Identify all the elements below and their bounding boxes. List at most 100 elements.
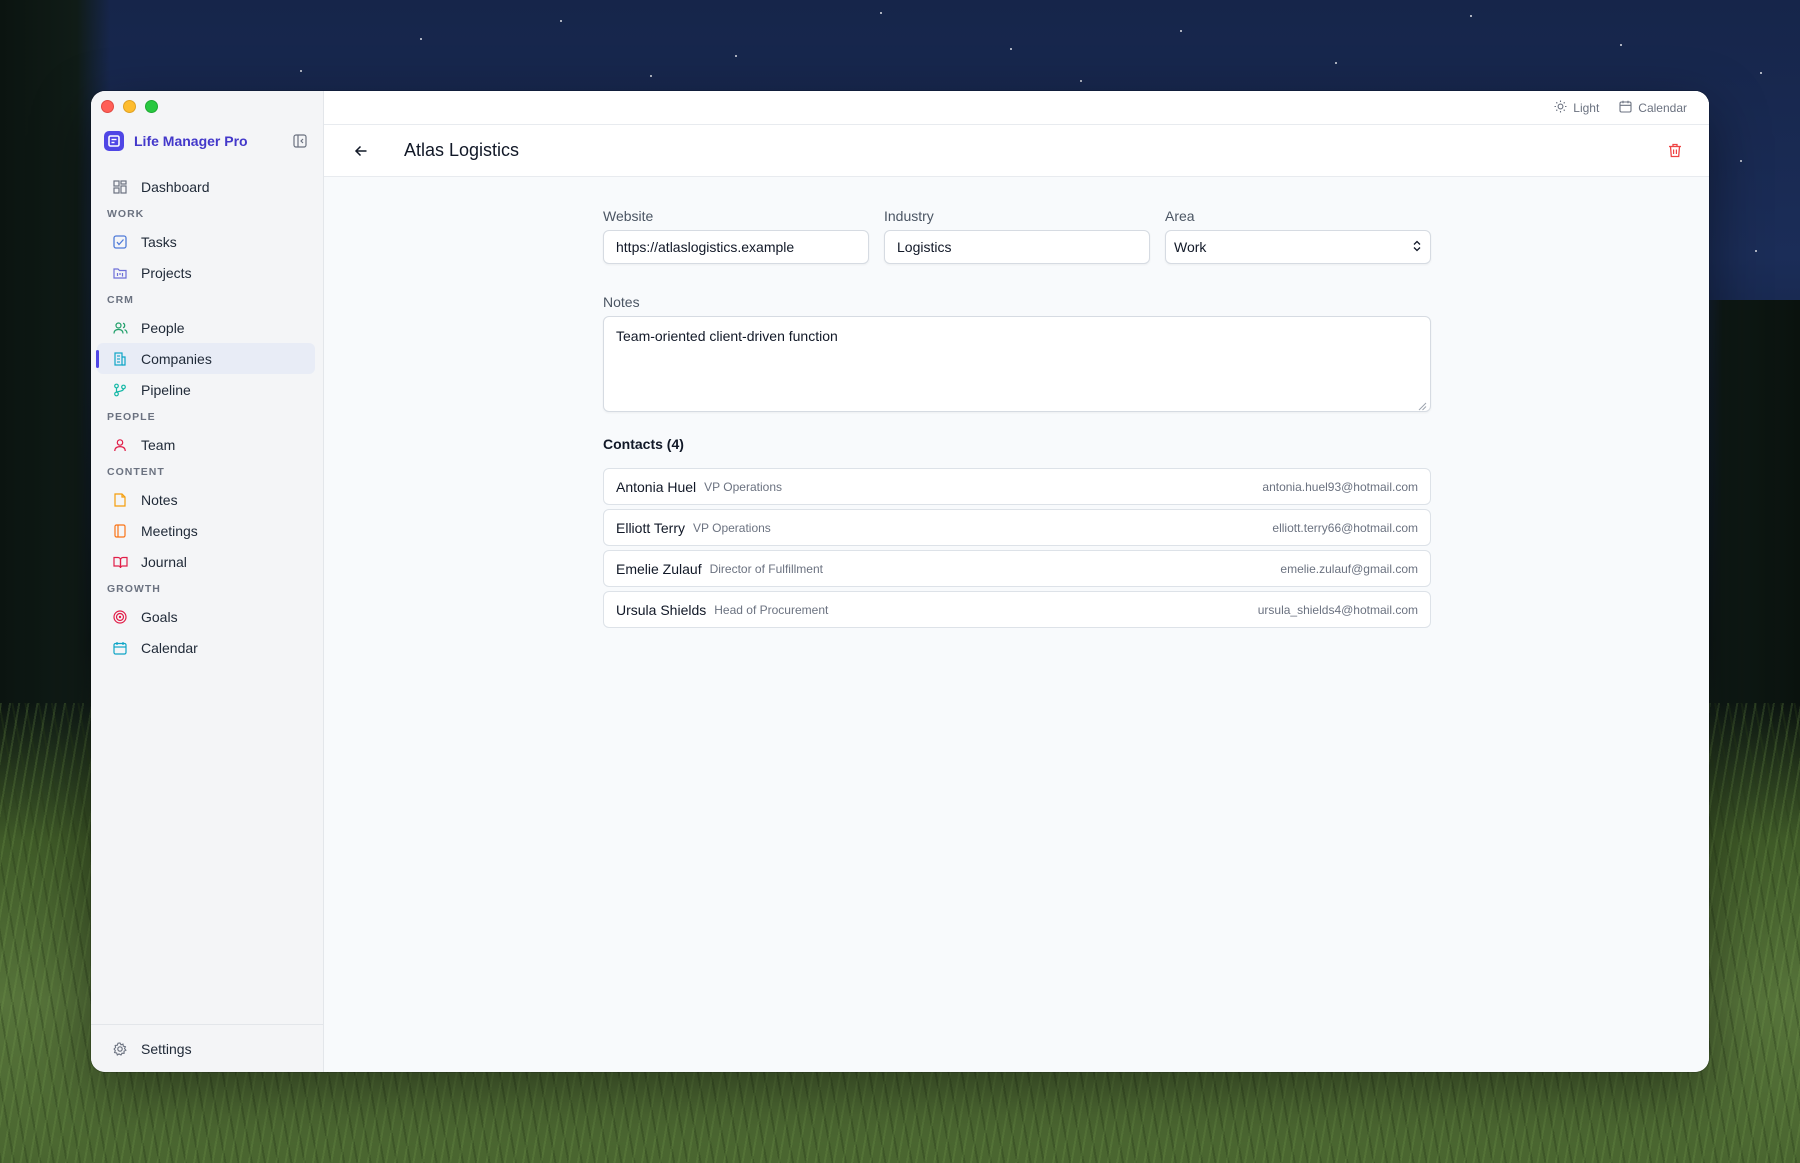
calendar-icon (111, 639, 129, 657)
calendar-button[interactable]: Calendar (1619, 100, 1687, 116)
sidebar-item-label: Companies (141, 350, 212, 367)
chevron-updown-icon (1412, 239, 1422, 255)
sidebar-item-tasks[interactable]: Tasks (97, 226, 315, 257)
sidebar-item-label: Tasks (141, 233, 177, 250)
sidebar-item-people[interactable]: People (97, 312, 315, 343)
folder-kanban-icon (111, 264, 129, 282)
app-logo-icon (104, 131, 124, 151)
contact-email: antonia.huel93@hotmail.com (1262, 479, 1418, 494)
sidebar-item-dashboard[interactable]: Dashboard (97, 171, 315, 202)
sidebar-footer: Settings (91, 1024, 323, 1072)
users-icon (111, 319, 129, 337)
calendar-icon (1619, 100, 1632, 116)
section-header-work: WORK (107, 208, 145, 220)
contact-row[interactable]: Emelie Zulauf Director of Fulfillment em… (603, 550, 1431, 587)
contacts-heading: Contacts (4) (603, 436, 684, 452)
sidebar-item-label: People (141, 319, 185, 336)
maximize-window-button[interactable] (145, 100, 158, 113)
contact-role: VP Operations (692, 520, 771, 535)
sidebar-item-label: Settings (141, 1040, 192, 1057)
notes-field-group: Notes Team-oriented client-driven functi… (603, 294, 1431, 412)
top-toolbar: Light Calendar (324, 91, 1709, 125)
sidebar: Life Manager Pro Dashboard WORK Tasks Pr… (91, 91, 324, 1072)
contact-name: Emelie Zulauf (616, 560, 702, 577)
user-icon (111, 436, 129, 454)
grid-icon (111, 178, 129, 196)
area-field-group: Area Work (1165, 208, 1431, 264)
contact-name: Elliott Terry (616, 519, 685, 536)
sidebar-item-journal[interactable]: Journal (97, 546, 315, 577)
sidebar-item-goals[interactable]: Goals (97, 601, 315, 632)
sidebar-item-label: Meetings (141, 522, 198, 539)
field-row: Website https://atlaslogistics.example I… (603, 208, 1431, 264)
industry-input[interactable]: Logistics (884, 230, 1150, 264)
website-input[interactable]: https://atlaslogistics.example (603, 230, 869, 264)
contacts-list: Antonia Huel VP Operations antonia.huel9… (603, 468, 1431, 628)
website-field-group: Website https://atlaslogistics.example (603, 208, 869, 264)
sidebar-item-settings[interactable]: Settings (97, 1033, 315, 1064)
sidebar-item-label: Pipeline (141, 381, 191, 398)
contact-email: ursula_shields4@hotmail.com (1257, 602, 1418, 617)
sidebar-collapse-icon[interactable] (291, 132, 309, 150)
notes-label: Notes (603, 294, 640, 310)
page-title: Atlas Logistics (404, 140, 520, 160)
contact-name: Ursula Shields (616, 601, 707, 618)
resize-handle-icon[interactable] (1417, 398, 1427, 411)
notes-textarea[interactable]: Team-oriented client-driven function (603, 316, 1431, 412)
note-icon (111, 491, 129, 509)
sidebar-item-label: Projects (141, 264, 192, 281)
sidebar-item-label: Calendar (141, 639, 198, 656)
brand: Life Manager Pro (104, 129, 309, 153)
gear-icon (111, 1040, 129, 1058)
sidebar-item-label: Notes (141, 491, 178, 508)
sidebar-item-calendar[interactable]: Calendar (97, 632, 315, 663)
calendar-label: Calendar (1638, 100, 1687, 115)
building-icon (111, 350, 129, 368)
app-name: Life Manager Pro (134, 133, 248, 149)
contact-row[interactable]: Antonia Huel VP Operations antonia.huel9… (603, 468, 1431, 505)
close-window-button[interactable] (101, 100, 114, 113)
target-icon (111, 608, 129, 626)
area-label: Area (1165, 208, 1195, 224)
sidebar-item-label: Journal (141, 553, 187, 570)
sidebar-item-notes[interactable]: Notes (97, 484, 315, 515)
sidebar-item-companies[interactable]: Companies (96, 343, 315, 374)
contact-row[interactable]: Elliott Terry VP Operations elliott.terr… (603, 509, 1431, 546)
area-select[interactable]: Work (1165, 230, 1431, 264)
sidebar-item-label: Dashboard (141, 178, 210, 195)
sidebar-item-projects[interactable]: Projects (97, 257, 315, 288)
contact-email: emelie.zulauf@gmail.com (1280, 561, 1418, 576)
theme-toggle-button[interactable]: Light (1554, 100, 1599, 116)
contact-row[interactable]: Ursula Shields Head of Procurement ursul… (603, 591, 1431, 628)
sidebar-item-label: Team (141, 436, 176, 453)
contact-role: Director of Fulfillment (709, 561, 823, 576)
open-book-icon (111, 553, 129, 571)
website-label: Website (603, 208, 654, 224)
section-header-growth: GROWTH (107, 583, 161, 595)
industry-label: Industry (884, 208, 934, 224)
contact-email: elliott.terry66@hotmail.com (1272, 520, 1418, 535)
company-detail-form: Website https://atlaslogistics.example I… (603, 208, 1431, 632)
back-arrow-icon[interactable] (350, 140, 372, 162)
sidebar-item-label: Goals (141, 608, 178, 625)
section-header-crm: CRM (107, 294, 134, 306)
contact-role: VP Operations (704, 479, 782, 494)
sidebar-item-meetings[interactable]: Meetings (97, 515, 315, 546)
notes-text: Team-oriented client-driven function (616, 328, 838, 344)
area-select-value: Work (1174, 239, 1207, 255)
window-controls (101, 100, 158, 113)
industry-field-group: Industry Logistics (884, 208, 1150, 264)
main-content: Light Calendar Atlas Logistics Website h… (324, 91, 1709, 1072)
sidebar-item-team[interactable]: Team (97, 429, 315, 460)
git-branch-icon (111, 381, 129, 399)
page-header: Atlas Logistics (324, 125, 1709, 177)
sidebar-item-pipeline[interactable]: Pipeline (97, 374, 315, 405)
minimize-window-button[interactable] (123, 100, 136, 113)
delete-trash-icon[interactable] (1665, 141, 1685, 161)
section-header-content: CONTENT (107, 466, 165, 478)
app-window: Life Manager Pro Dashboard WORK Tasks Pr… (91, 91, 1709, 1072)
checkbox-icon (111, 233, 129, 251)
book-icon (111, 522, 129, 540)
sidebar-nav: Dashboard WORK Tasks Projects CRM People… (91, 171, 323, 663)
section-header-people: PEOPLE (107, 411, 156, 423)
